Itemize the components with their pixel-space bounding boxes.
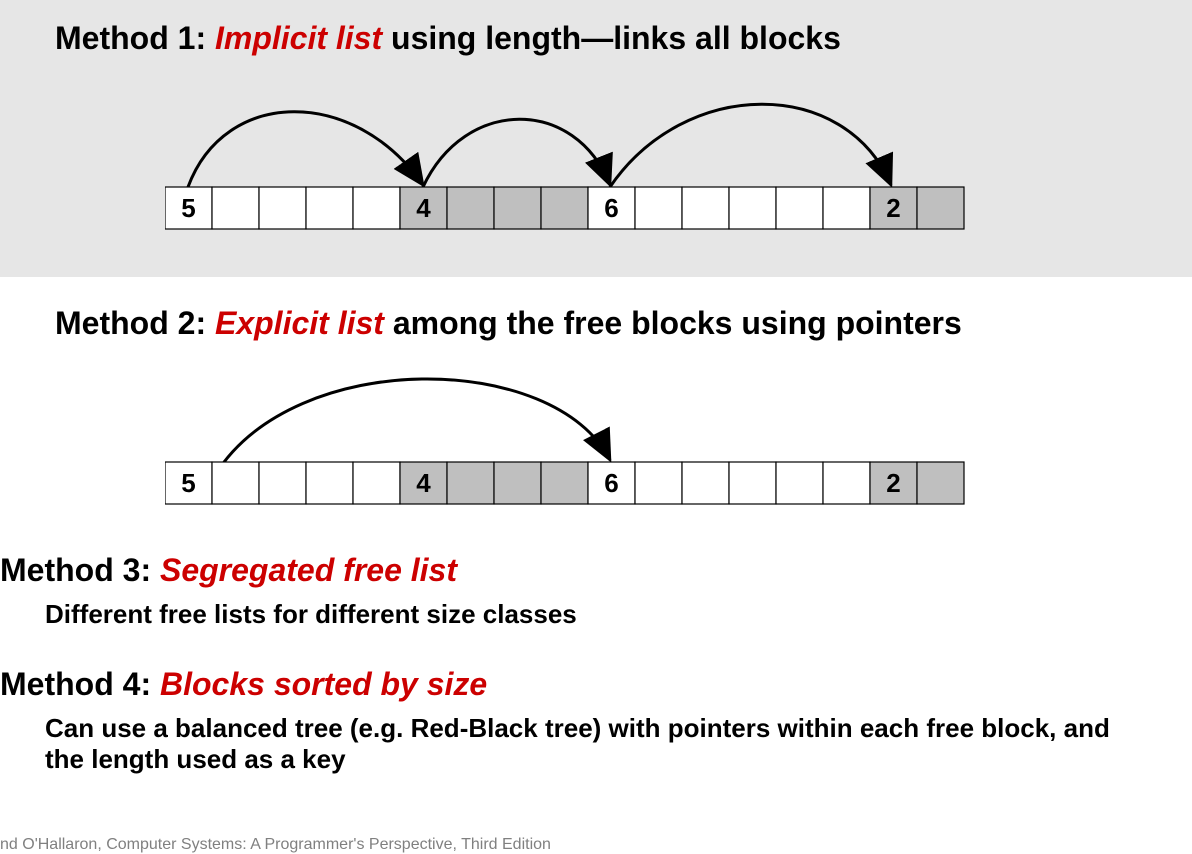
block-cell (682, 462, 729, 504)
method1-diagram: 5 4 6 2 (165, 67, 985, 237)
block-cell (447, 187, 494, 229)
block-header-value: 6 (604, 468, 618, 498)
method3-prefix: Method 3: (0, 552, 160, 588)
block-cell (776, 187, 823, 229)
block-cell (353, 187, 400, 229)
method2-suffix: among the free blocks using pointers (384, 305, 962, 341)
method1-red: Implicit list (215, 20, 382, 56)
block-header-value: 5 (181, 193, 195, 223)
block-cell (541, 187, 588, 229)
block-cell (306, 187, 353, 229)
block-cell (494, 187, 541, 229)
method1-prefix: Method 1: (55, 20, 215, 56)
block-header-value: 2 (886, 468, 900, 498)
block-header-value: 4 (416, 468, 431, 498)
block-cell (212, 462, 259, 504)
block-cell (259, 462, 306, 504)
block-header-value: 2 (886, 193, 900, 223)
method3-subtext: Different free lists for different size … (45, 599, 1192, 630)
method2-section: Method 2: Explicit list among the free b… (0, 277, 1192, 512)
footer-citation: nd O'Hallaron, Computer Systems: A Progr… (0, 836, 551, 854)
method4-title: Method 4: Blocks sorted by size (0, 666, 1192, 703)
block-cell (776, 462, 823, 504)
block-cell (635, 187, 682, 229)
block-cell (917, 462, 964, 504)
block-cell (494, 462, 541, 504)
block-header-value: 5 (181, 468, 195, 498)
block-cell (212, 187, 259, 229)
method4-section: Method 4: Blocks sorted by size Can use … (0, 630, 1192, 775)
method3-title: Method 3: Segregated free list (0, 552, 1192, 589)
method2-red: Explicit list (215, 305, 384, 341)
block-cell (635, 462, 682, 504)
block-cell (541, 462, 588, 504)
block-cell (823, 187, 870, 229)
block-cell (447, 462, 494, 504)
block-cell (259, 187, 306, 229)
block-cell (729, 462, 776, 504)
method2-diagram: 5 4 6 2 (165, 352, 985, 512)
block-cell (917, 187, 964, 229)
block-cell (353, 462, 400, 504)
method4-red: Blocks sorted by size (160, 666, 487, 702)
method1-suffix: using length—links all blocks (382, 20, 841, 56)
method2-prefix: Method 2: (55, 305, 215, 341)
method4-subtext: Can use a balanced tree (e.g. Red-Black … (45, 713, 1125, 775)
block-cell (823, 462, 870, 504)
block-cell (729, 187, 776, 229)
block-header-value: 6 (604, 193, 618, 223)
method3-red: Segregated free list (160, 552, 457, 588)
method1-title: Method 1: Implicit list using length—lin… (55, 20, 1182, 57)
block-cell (682, 187, 729, 229)
block-cell (306, 462, 353, 504)
method2-title: Method 2: Explicit list among the free b… (55, 305, 1182, 342)
block-header-value: 4 (416, 193, 431, 223)
method1-section: Method 1: Implicit list using length—lin… (0, 0, 1192, 277)
method4-prefix: Method 4: (0, 666, 160, 702)
method3-section: Method 3: Segregated free list Different… (0, 512, 1192, 630)
